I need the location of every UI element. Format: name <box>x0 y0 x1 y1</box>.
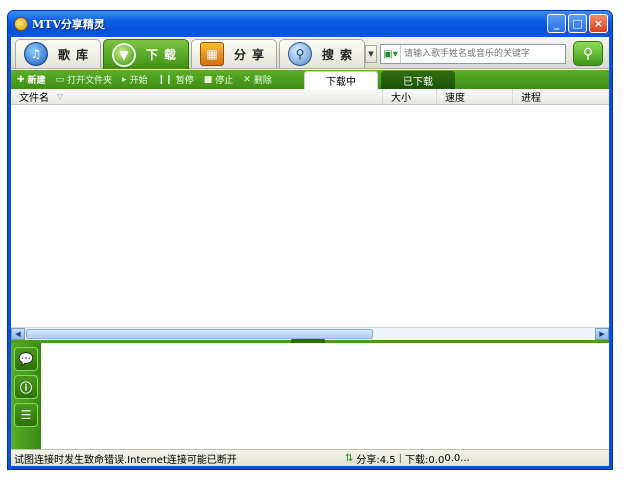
delete-label: 删除 <box>253 76 272 86</box>
share-icon: ▦ <box>200 42 224 66</box>
new-button[interactable]: ✚ 新建 <box>17 73 46 87</box>
client-area: ♫ 歌库 ▼ 下载 ▦ 分享 ⚲ 搜索 ▼ ▣▾ ⚲ <box>11 37 609 466</box>
download-icon: ▼ <box>112 42 136 67</box>
status-separator: | <box>398 453 403 464</box>
transfer-status: ⇅ 分享:4.5 | 下载:0.0 0.0... <box>345 451 470 466</box>
search-icon: ⚲ <box>288 42 312 66</box>
sort-arrow-icon: ▽ <box>57 92 64 101</box>
lower-panel: 💬 ⓘ ☰ <box>11 343 609 451</box>
info-icon: ⓘ <box>19 380 32 395</box>
folder-icon: ▭ <box>55 74 65 85</box>
tab-download[interactable]: ▼ 下载 <box>103 39 189 69</box>
log-area[interactable] <box>41 343 609 451</box>
pause-button[interactable]: ❙❙ 暂停 <box>157 73 194 87</box>
stop-icon: ■ <box>203 74 213 85</box>
tab-library-label: 歌库 <box>58 47 95 62</box>
pause-label: 暂停 <box>175 76 194 86</box>
close-button[interactable]: × <box>589 14 608 33</box>
start-button[interactable]: ▸ 开始 <box>122 73 148 87</box>
window-title: MTV分享精灵 <box>32 18 105 31</box>
column-size-label: 大小 <box>391 93 411 104</box>
tab-download-label: 下载 <box>146 48 183 62</box>
title-bar[interactable]: MTV分享精灵 _ □ × <box>8 11 612 37</box>
search-box: ▣▾ <box>380 44 566 64</box>
column-header-speed[interactable]: 速度 <box>437 89 513 104</box>
music-library-icon: ♫ <box>24 42 48 66</box>
app-window: MTV分享精灵 _ □ × ♫ 歌库 ▼ 下载 ▦ 分享 ⚲ 搜索 ▼ ▣▾ 请… <box>7 10 613 470</box>
minimize-button[interactable]: _ <box>547 14 566 33</box>
maximize-button[interactable]: □ <box>568 14 587 33</box>
column-header-name[interactable]: 文件名 ▽ <box>11 89 383 104</box>
status-bar: 试图连接时发生致命错误.Internet连接可能已断开 ⇅ 分享:4.5 | 下… <box>11 449 609 466</box>
column-name-label: 文件名 <box>19 93 49 104</box>
search-go-button[interactable]: ⚲ <box>573 41 603 66</box>
pause-icon: ❙❙ <box>157 74 173 85</box>
tab-search[interactable]: ⚲ 搜索 <box>279 39 365 68</box>
column-header-progress[interactable]: 进程 <box>513 89 611 104</box>
subtab-downloaded[interactable]: 已下载 <box>381 71 455 89</box>
download-list-icon: ☰ <box>20 408 32 422</box>
download-list-header: 文件名 ▽ 大小 速度 进程 <box>11 89 609 105</box>
tab-library[interactable]: ♫ 歌库 <box>15 39 101 68</box>
status-trailing: 0.0... <box>444 453 470 464</box>
lower-sidebar: 💬 ⓘ ☰ <box>11 343 41 451</box>
column-speed-label: 速度 <box>445 93 465 104</box>
scroll-right-icon[interactable]: ▶ <box>595 328 609 340</box>
column-header-size[interactable]: 大小 <box>383 89 437 104</box>
window-controls: _ □ × <box>547 14 608 33</box>
search-category-icon[interactable]: ▣▾ <box>381 45 401 63</box>
tab-share-label: 分享 <box>234 47 271 62</box>
play-icon: ▸ <box>122 74 127 85</box>
list-button[interactable]: ☰ <box>14 403 38 427</box>
download-status: 下载:0.0 <box>405 455 445 466</box>
share-status: 分享:4.5 <box>356 455 396 466</box>
stop-button[interactable]: ■ 停止 <box>203 73 234 87</box>
app-logo-icon <box>14 17 28 31</box>
stop-label: 停止 <box>215 76 234 86</box>
subtab-downloading[interactable]: 下载中 <box>304 71 378 89</box>
magnifier-icon: ⚲ <box>582 45 594 62</box>
chat-button[interactable]: 💬 <box>14 347 38 371</box>
plus-icon: ✚ <box>17 74 25 85</box>
network-icon: ⇅ <box>345 453 354 464</box>
info-button[interactable]: ⓘ <box>14 375 38 399</box>
delete-icon: ✕ <box>243 74 251 85</box>
tab-share[interactable]: ▦ 分享 <box>191 39 277 68</box>
download-list[interactable] <box>11 105 609 327</box>
scrollbar-thumb[interactable] <box>26 329 373 339</box>
main-tab-bar: ♫ 歌库 ▼ 下载 ▦ 分享 ⚲ 搜索 ▼ ▣▾ ⚲ <box>11 37 609 69</box>
open-folder-button[interactable]: ▭ 打开文件夹 <box>55 73 113 87</box>
delete-button[interactable]: ✕ 删除 <box>243 73 272 87</box>
start-label: 开始 <box>129 76 148 86</box>
scroll-left-icon[interactable]: ◀ <box>11 328 25 340</box>
new-button-label: 新建 <box>27 76 46 86</box>
search-type-dropdown[interactable]: ▼ <box>365 45 377 63</box>
chat-bubble-icon: 💬 <box>18 352 34 366</box>
tab-search-label: 搜索 <box>322 47 359 62</box>
column-progress-label: 进程 <box>521 93 541 104</box>
status-message: 试图连接时发生致命错误.Internet连接可能已断开 <box>14 454 237 466</box>
search-input[interactable] <box>401 46 565 62</box>
open-folder-label: 打开文件夹 <box>67 76 113 86</box>
